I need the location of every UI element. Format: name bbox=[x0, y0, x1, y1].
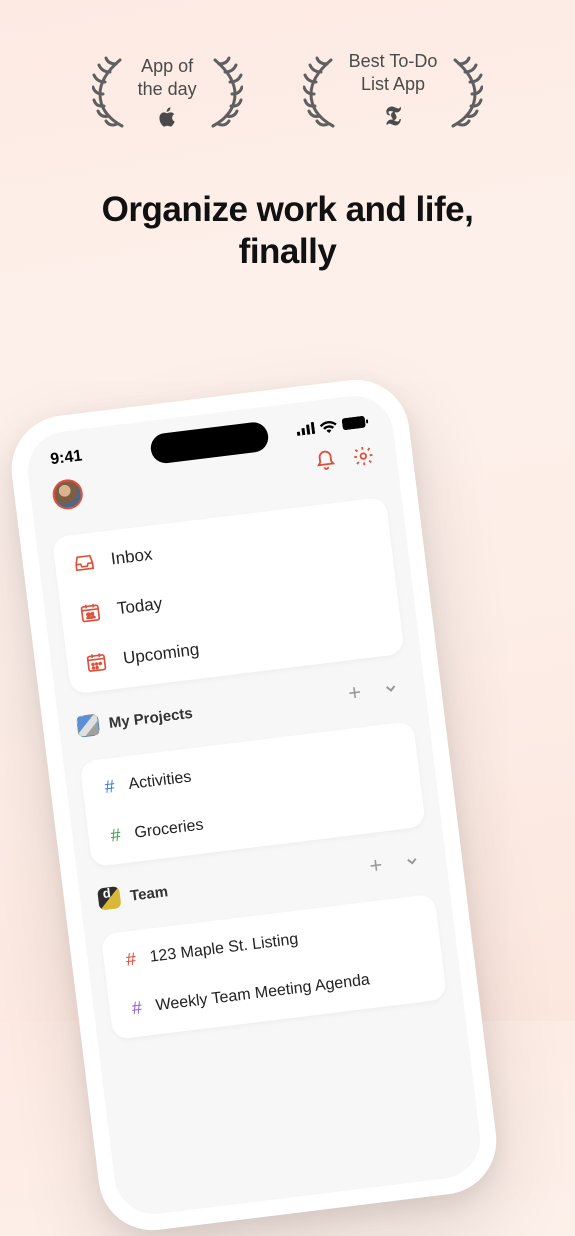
project-name: 123 Maple St. Listing bbox=[149, 930, 300, 966]
nav-label: Upcoming bbox=[122, 640, 200, 669]
project-name: Weekly Team Meeting Agenda bbox=[155, 971, 371, 1015]
calendar-today-icon: 21 bbox=[78, 600, 103, 625]
hash-icon: # bbox=[131, 997, 144, 1019]
bell-icon[interactable] bbox=[313, 448, 338, 477]
nyt-logo-icon: 𝕿 bbox=[385, 101, 401, 134]
award-app-of-day: App of the day bbox=[92, 50, 243, 134]
hash-icon: # bbox=[125, 949, 138, 971]
headline-line2: finally bbox=[0, 231, 575, 273]
award-text-line1: Best To-Do bbox=[349, 50, 438, 73]
award-best-todo: Best To-Do List App 𝕿 bbox=[303, 50, 484, 134]
laurel-right-icon bbox=[443, 52, 483, 132]
award-text-line2: the day bbox=[138, 78, 197, 101]
chevron-down-icon[interactable] bbox=[403, 852, 421, 870]
wifi-icon bbox=[319, 419, 338, 434]
hash-icon: # bbox=[109, 825, 122, 847]
workspace-team-icon bbox=[97, 886, 122, 911]
headline: Organize work and life, finally bbox=[0, 189, 575, 273]
headline-line1: Organize work and life, bbox=[0, 189, 575, 231]
apple-logo-icon bbox=[138, 106, 197, 128]
svg-text:21: 21 bbox=[86, 611, 95, 621]
laurel-left-icon bbox=[92, 52, 132, 132]
laurel-left-icon bbox=[303, 52, 343, 132]
award-text-line2: List App bbox=[349, 73, 438, 96]
status-clock: 9:41 bbox=[49, 447, 83, 469]
avatar[interactable] bbox=[51, 478, 84, 511]
workspace-user-icon bbox=[76, 713, 101, 738]
add-project-button[interactable]: + bbox=[347, 681, 362, 704]
awards-row: App of the day Best To-Do List App 𝕿 bbox=[0, 0, 575, 134]
section-title: My Projects bbox=[108, 704, 194, 731]
gear-icon[interactable] bbox=[351, 443, 376, 472]
inbox-icon bbox=[72, 551, 97, 576]
calendar-upcoming-icon bbox=[84, 650, 109, 675]
award-text-line1: App of bbox=[138, 55, 197, 78]
nav-label: Today bbox=[116, 594, 163, 619]
project-name: Groceries bbox=[133, 816, 204, 842]
signal-icon bbox=[296, 422, 315, 436]
battery-icon bbox=[342, 415, 369, 430]
team-projects-card: # 123 Maple St. Listing # Weekly Team Me… bbox=[101, 894, 447, 1040]
chevron-down-icon[interactable] bbox=[382, 680, 400, 698]
phone-mock: 9:41 Inbox bbox=[6, 374, 503, 1236]
nav-label: Inbox bbox=[110, 545, 154, 570]
project-name: Activities bbox=[128, 768, 193, 794]
hash-icon: # bbox=[103, 776, 116, 798]
section-title: Team bbox=[129, 883, 169, 905]
add-team-project-button[interactable]: + bbox=[368, 854, 383, 877]
laurel-right-icon bbox=[203, 52, 243, 132]
